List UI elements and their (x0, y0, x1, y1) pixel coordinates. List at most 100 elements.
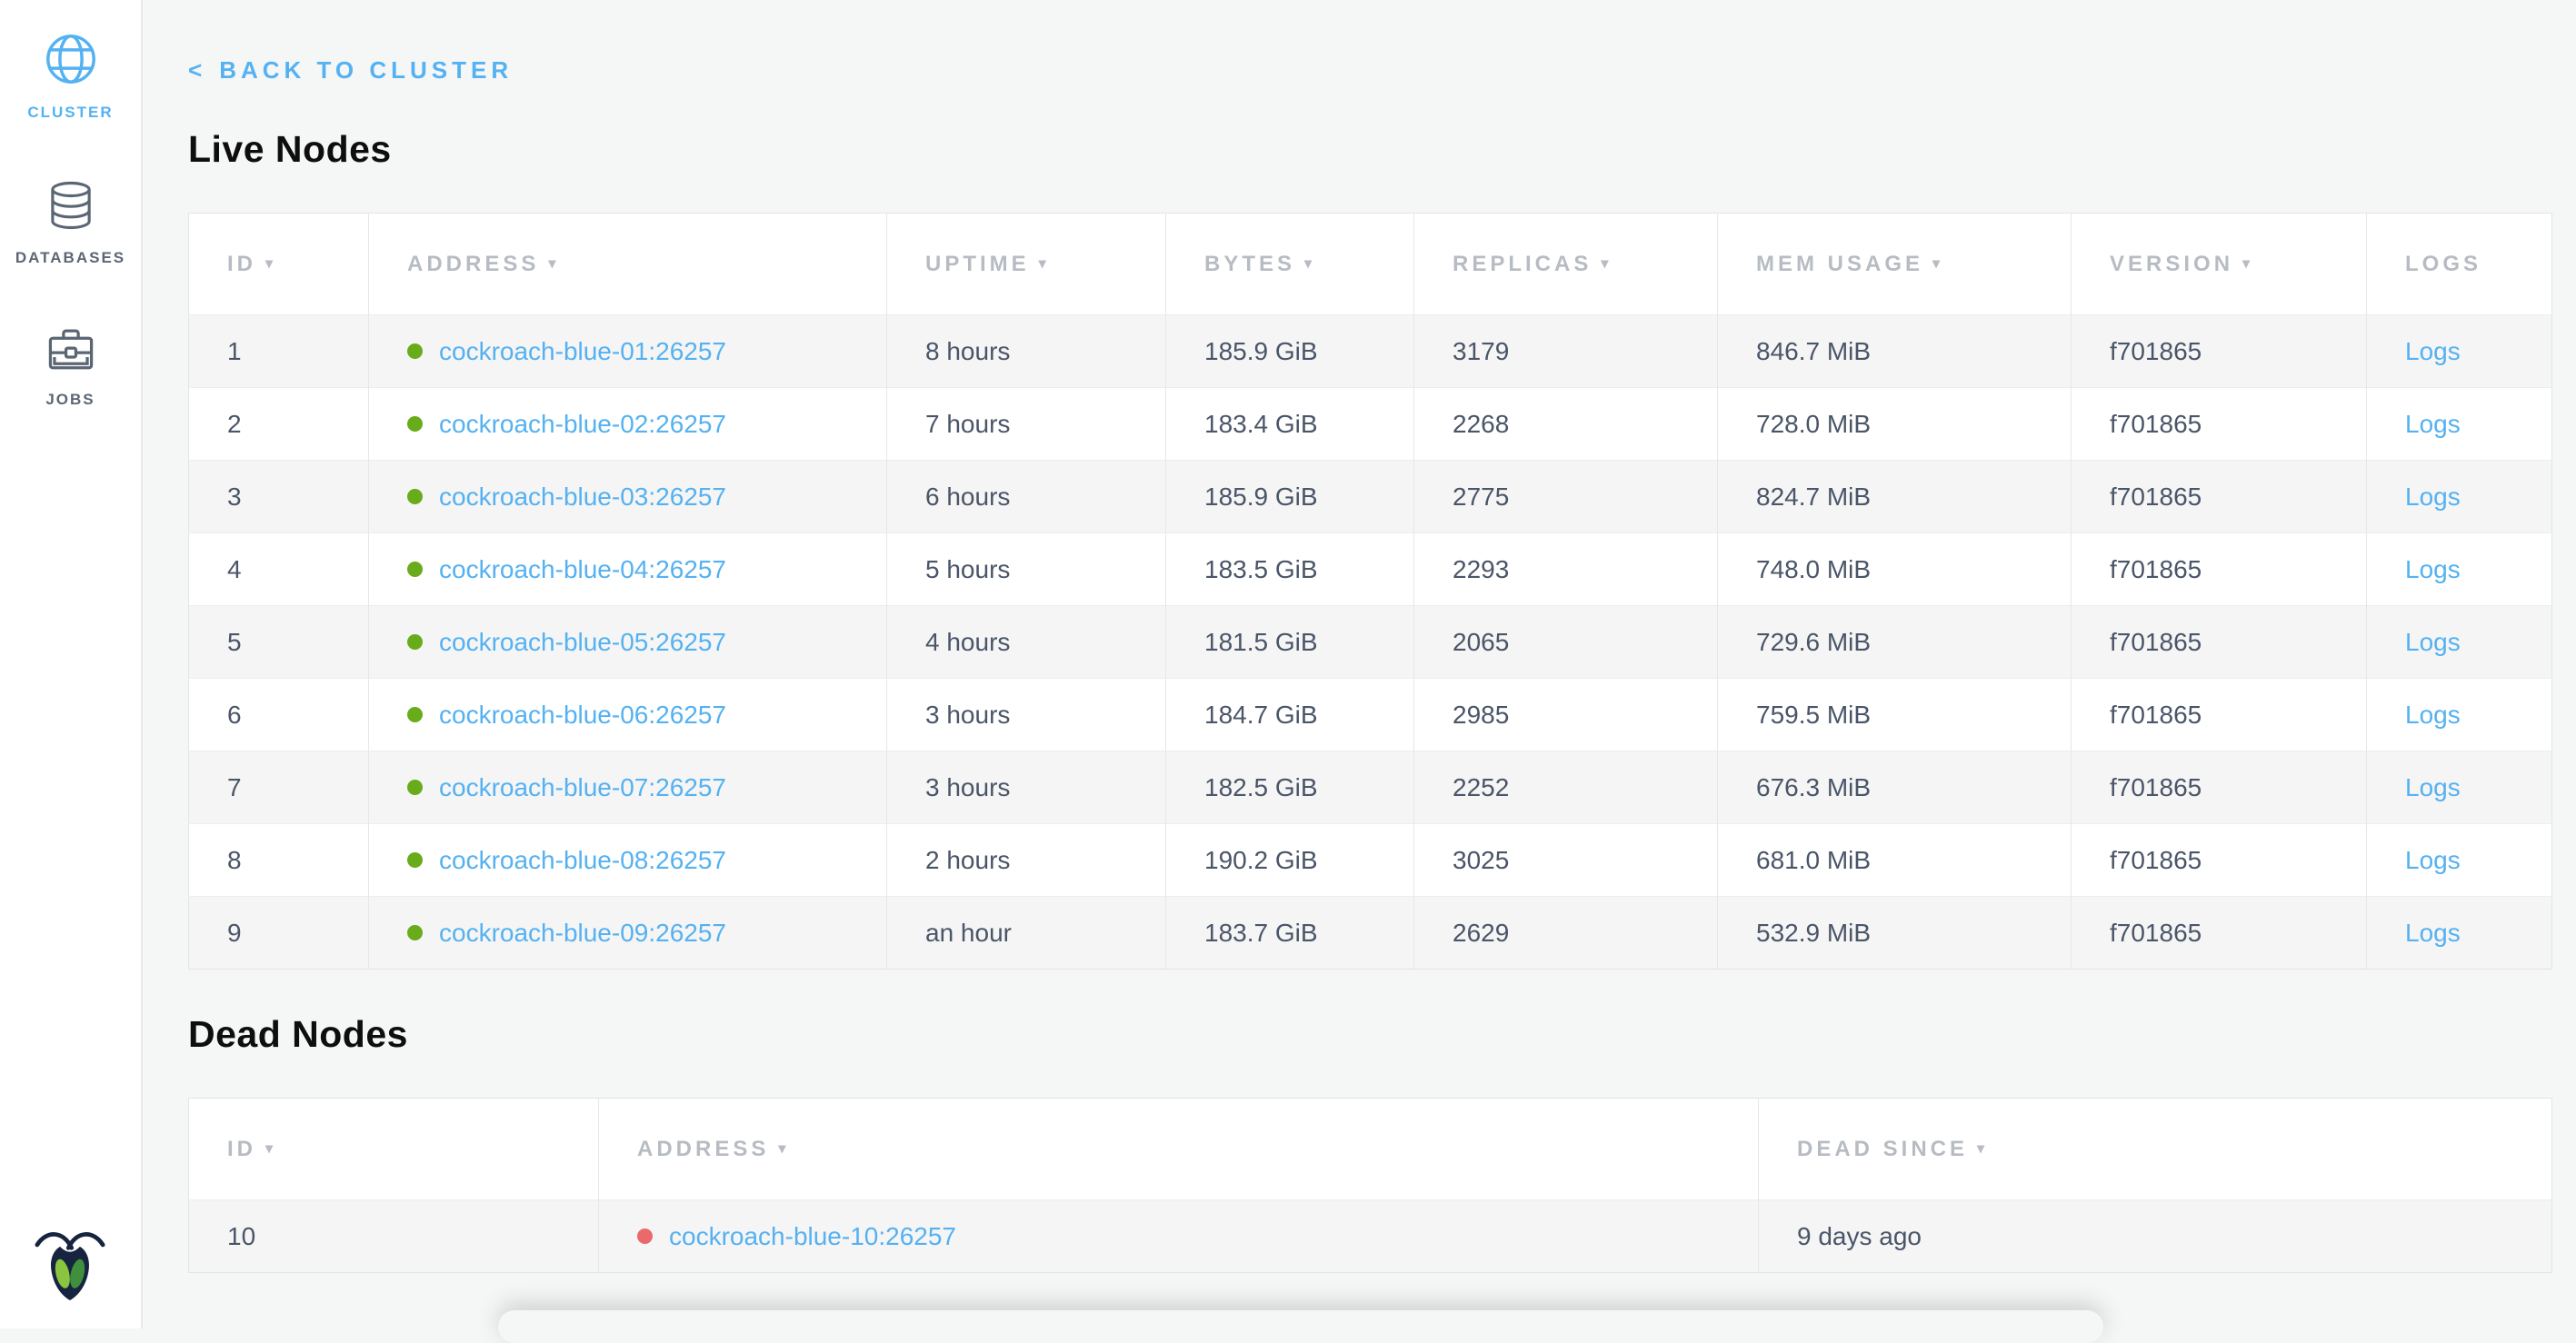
cell-address: cockroach-blue-06:26257 (369, 679, 887, 751)
cell-id: 4 (189, 533, 369, 606)
node-address-link[interactable]: cockroach-blue-05:26257 (439, 628, 726, 656)
column-header-version[interactable]: VERSION▾ (2072, 214, 2367, 315)
sidebar-item-databases[interactable]: DATABASES (0, 178, 141, 267)
column-header-mem_usage[interactable]: MEM USAGE▾ (1718, 214, 2072, 315)
column-header-id[interactable]: ID▾ (189, 1099, 599, 1200)
node-address-link[interactable]: cockroach-blue-06:26257 (439, 701, 726, 729)
node-address-link[interactable]: cockroach-blue-09:26257 (439, 919, 726, 947)
logs-link[interactable]: Logs (2405, 410, 2461, 438)
column-header-id[interactable]: ID ▾ (189, 214, 369, 315)
column-header-address[interactable]: ADDRESS▾ (599, 1099, 1759, 1200)
live-status-dot (407, 925, 423, 940)
dead-nodes-title: Dead Nodes (188, 1013, 2551, 1056)
column-header-replicas[interactable]: REPLICAS▾ (1414, 214, 1718, 315)
table-row: 1cockroach-blue-01:262578 hours185.9 GiB… (189, 315, 2552, 388)
cell-mem_usage: 729.6 MiB (1718, 606, 2072, 679)
node-address-link[interactable]: cockroach-blue-02:26257 (439, 410, 726, 438)
sidebar-item-label: CLUSTER (27, 104, 113, 122)
column-header-label: ID (227, 252, 256, 276)
cell-mem_usage: 748.0 MiB (1718, 533, 2072, 606)
live-status-dot (407, 343, 423, 359)
logs-link[interactable]: Logs (2405, 919, 2461, 947)
cell-address: cockroach-blue-09:26257 (369, 897, 887, 970)
node-address-link[interactable]: cockroach-blue-04:26257 (439, 555, 726, 583)
column-header-label: MEM USAGE (1756, 252, 1923, 276)
logs-link[interactable]: Logs (2405, 628, 2461, 656)
table-row: 5cockroach-blue-05:262574 hours181.5 GiB… (189, 606, 2552, 679)
cell-logs: Logs (2367, 533, 2552, 606)
sort-arrow-icon: ▾ (1601, 256, 1612, 272)
sidebar-item-cluster[interactable]: CLUSTER (0, 31, 141, 122)
cell-mem_usage: 824.7 MiB (1718, 461, 2072, 533)
cell-version: f701865 (2072, 533, 2367, 606)
cell-id: 2 (189, 388, 369, 461)
table-row: 7cockroach-blue-07:262573 hours182.5 GiB… (189, 751, 2552, 824)
column-header-logs: LOGS (2367, 214, 2552, 315)
node-address-link[interactable]: cockroach-blue-08:26257 (439, 846, 726, 874)
column-header-address[interactable]: ADDRESS▾ (369, 214, 887, 315)
logs-link[interactable]: Logs (2405, 337, 2461, 365)
logs-link[interactable]: Logs (2405, 773, 2461, 801)
column-header-label: DEAD SINCE (1797, 1137, 1968, 1161)
cell-replicas: 3025 (1414, 824, 1718, 897)
sort-arrow-icon: ▾ (265, 256, 276, 272)
cell-replicas: 2985 (1414, 679, 1718, 751)
cell-address: cockroach-blue-03:26257 (369, 461, 887, 533)
column-header-label: BYTES (1204, 252, 1295, 276)
logs-link[interactable]: Logs (2405, 482, 2461, 511)
cell-logs: Logs (2367, 606, 2552, 679)
cell-id: 9 (189, 897, 369, 970)
sidebar-item-label: JOBS (45, 391, 95, 409)
node-address-link[interactable]: cockroach-blue-07:26257 (439, 773, 726, 801)
background-window-shadow (498, 1310, 2103, 1343)
table-row: 6cockroach-blue-06:262573 hours184.7 GiB… (189, 679, 2552, 751)
column-header-label: ID (227, 1137, 256, 1161)
cell-dead_since: 9 days ago (1759, 1200, 2552, 1273)
cell-replicas: 3179 (1414, 315, 1718, 388)
table-header-row: ID▾ADDRESS▾DEAD SINCE▾ (189, 1099, 2552, 1200)
back-to-cluster-link[interactable]: <BACK TO CLUSTER (188, 56, 513, 85)
cell-id: 5 (189, 606, 369, 679)
cell-address: cockroach-blue-05:26257 (369, 606, 887, 679)
column-header-bytes[interactable]: BYTES▾ (1166, 214, 1414, 315)
cell-id: 1 (189, 315, 369, 388)
table-row: 10 cockroach-blue-10:26257 9 days ago (189, 1200, 2552, 1273)
cell-id: 8 (189, 824, 369, 897)
dead-status-dot (637, 1229, 653, 1244)
sort-arrow-icon: ▾ (1039, 256, 1050, 272)
cell-replicas: 2268 (1414, 388, 1718, 461)
column-header-uptime[interactable]: UPTIME▾ (887, 214, 1166, 315)
cell-version: f701865 (2072, 679, 2367, 751)
node-address-link[interactable]: cockroach-blue-01:26257 (439, 337, 726, 365)
table-row: 2cockroach-blue-02:262577 hours183.4 GiB… (189, 388, 2552, 461)
live-status-dot (407, 634, 423, 650)
sort-arrow-icon: ▾ (778, 1141, 789, 1157)
cell-mem_usage: 759.5 MiB (1718, 679, 2072, 751)
cell-uptime: 2 hours (887, 824, 1166, 897)
briefcase-icon (45, 323, 97, 374)
live-status-dot (407, 852, 423, 868)
node-address-link[interactable]: cockroach-blue-10:26257 (669, 1222, 956, 1250)
cell-uptime: 6 hours (887, 461, 1166, 533)
cell-logs: Logs (2367, 824, 2552, 897)
cell-id: 7 (189, 751, 369, 824)
cell-logs: Logs (2367, 461, 2552, 533)
table-row: 4cockroach-blue-04:262575 hours183.5 GiB… (189, 533, 2552, 606)
logs-link[interactable]: Logs (2405, 846, 2461, 874)
column-header-dead_since[interactable]: DEAD SINCE▾ (1759, 1099, 2552, 1200)
cell-replicas: 2065 (1414, 606, 1718, 679)
logs-link[interactable]: Logs (2405, 555, 2461, 583)
node-address-link[interactable]: cockroach-blue-03:26257 (439, 482, 726, 511)
logs-link[interactable]: Logs (2405, 701, 2461, 729)
cell-id: 6 (189, 679, 369, 751)
cell-id: 10 (189, 1200, 599, 1273)
cell-mem_usage: 676.3 MiB (1718, 751, 2072, 824)
sidebar-item-jobs[interactable]: JOBS (0, 323, 141, 409)
cell-bytes: 184.7 GiB (1166, 679, 1414, 751)
cell-uptime: 7 hours (887, 388, 1166, 461)
column-header-label: LOGS (2405, 252, 2481, 276)
database-icon (45, 178, 96, 233)
cell-logs: Logs (2367, 388, 2552, 461)
cell-logs: Logs (2367, 897, 2552, 970)
cell-replicas: 2775 (1414, 461, 1718, 533)
